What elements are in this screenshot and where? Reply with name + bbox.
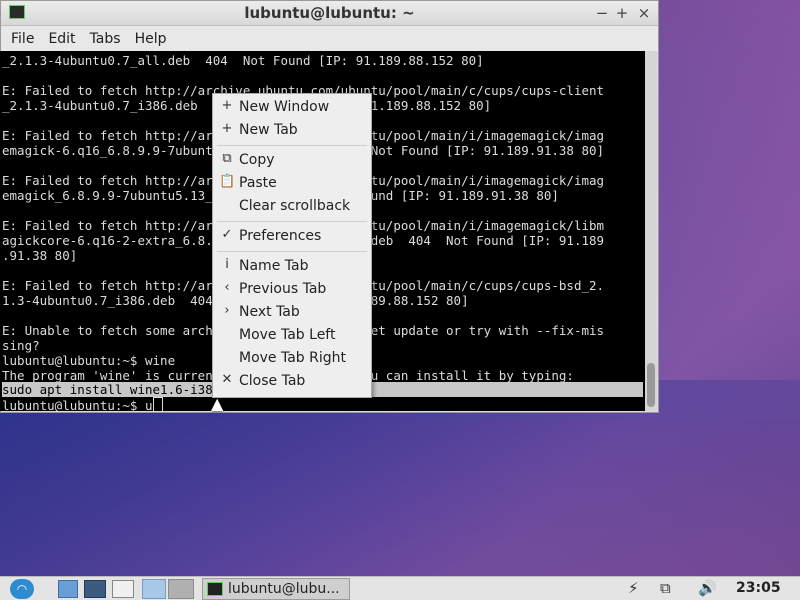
menu-item-label: Move Tab Left bbox=[239, 327, 336, 343]
menu-item-next-tab[interactable]: › Next Tab bbox=[213, 302, 371, 324]
menu-item-label: New Tab bbox=[239, 122, 298, 138]
workspace-1[interactable] bbox=[142, 579, 166, 599]
menu-item-label: Next Tab bbox=[239, 304, 300, 320]
terminal-line: sing? bbox=[2, 338, 40, 353]
terminal-input[interactable]: u bbox=[145, 398, 153, 411]
terminal-prompt: lubuntu@lubuntu:~$ bbox=[2, 398, 145, 411]
terminal-line: lubuntu@lubuntu:~$ wine bbox=[2, 353, 176, 368]
chevron-left-icon: ‹ bbox=[224, 280, 230, 295]
file-manager-icon[interactable] bbox=[58, 580, 78, 598]
checkmark-icon: ✓ bbox=[221, 227, 233, 242]
menu-item-paste[interactable]: 📋 Paste bbox=[213, 173, 371, 195]
workspace-2[interactable] bbox=[168, 579, 194, 599]
paste-icon: 📋 bbox=[219, 174, 236, 189]
desktop-icon[interactable] bbox=[84, 580, 106, 598]
volume-icon[interactable]: 🔊 bbox=[698, 579, 717, 597]
menu-item-label: Clear scrollback bbox=[239, 198, 351, 214]
menu-item-move-tab-left[interactable]: Move Tab Left bbox=[213, 325, 371, 347]
terminal-line: .91.38 80] bbox=[2, 248, 78, 263]
plus-icon: + bbox=[221, 98, 233, 113]
text-cursor bbox=[152, 397, 163, 411]
close-icon: ✕ bbox=[221, 372, 233, 387]
menu-item-new-window[interactable]: + New Window bbox=[213, 97, 371, 119]
menu-item-new-tab[interactable]: + New Tab bbox=[213, 120, 371, 142]
menu-item-name-tab[interactable]: i Name Tab bbox=[213, 256, 371, 278]
terminal-scrollbar[interactable] bbox=[645, 51, 657, 411]
window-title: lubuntu@lubuntu: ~ bbox=[244, 4, 415, 22]
power-icon[interactable]: ⚡ bbox=[628, 579, 639, 597]
menu-file[interactable]: File bbox=[5, 31, 40, 47]
menu-item-move-tab-right[interactable]: Move Tab Right bbox=[213, 348, 371, 370]
menu-separator bbox=[217, 221, 367, 222]
menu-item-previous-tab[interactable]: ‹ Previous Tab bbox=[213, 279, 371, 301]
plus-icon: + bbox=[221, 121, 233, 136]
menu-item-label: Copy bbox=[239, 152, 275, 168]
clock[interactable]: 23:05 bbox=[736, 580, 781, 596]
scrollbar-thumb[interactable] bbox=[647, 363, 655, 407]
maximize-button[interactable]: + bbox=[613, 4, 631, 22]
terminal-prompt-line[interactable]: lubuntu@lubuntu:~$ u bbox=[2, 397, 163, 411]
menu-item-label: New Window bbox=[239, 99, 330, 115]
mouse-pointer-icon: ▲ bbox=[211, 394, 224, 413]
terminal-app-icon bbox=[207, 582, 223, 596]
menu-item-label: Move Tab Right bbox=[239, 350, 347, 366]
network-icon[interactable]: ⧉ bbox=[660, 579, 671, 597]
start-menu-icon[interactable]: ◠ bbox=[10, 579, 34, 599]
menu-item-label: Preferences bbox=[239, 228, 322, 244]
menu-item-label: Name Tab bbox=[239, 258, 309, 274]
terminal-line: _2.1.3-4ubuntu0.7_all.deb 404 Not Found … bbox=[2, 53, 484, 68]
menu-item-label: Paste bbox=[239, 175, 277, 191]
copy-icon: ⧉ bbox=[222, 151, 232, 166]
menu-separator bbox=[217, 251, 367, 252]
window-titlebar[interactable]: lubuntu@lubuntu: ~ − + × bbox=[1, 1, 658, 26]
menu-item-close-tab[interactable]: ✕ Close Tab bbox=[213, 371, 371, 393]
info-icon: i bbox=[225, 257, 229, 272]
close-button[interactable]: × bbox=[635, 4, 653, 22]
menu-tabs[interactable]: Tabs bbox=[84, 31, 127, 47]
menu-item-preferences[interactable]: ✓ Preferences bbox=[213, 226, 371, 248]
menu-edit[interactable]: Edit bbox=[42, 31, 81, 47]
context-menu: + New Window + New Tab ⧉ Copy 📋 Paste Clear … bbox=[212, 93, 372, 398]
minimize-button[interactable]: − bbox=[593, 4, 611, 22]
taskbar: ◠ lubuntu@lubu... ⚡ ⧉ 🔊 23:05 bbox=[0, 576, 800, 600]
taskbar-task-terminal[interactable]: lubuntu@lubu... bbox=[202, 578, 350, 600]
task-label: lubuntu@lubu... bbox=[228, 581, 340, 597]
menu-item-clear-scrollback[interactable]: Clear scrollback bbox=[213, 196, 371, 218]
menu-separator bbox=[217, 145, 367, 146]
menu-item-label: Close Tab bbox=[239, 373, 306, 389]
menu-item-copy[interactable]: ⧉ Copy bbox=[213, 150, 371, 172]
menu-item-label: Previous Tab bbox=[239, 281, 327, 297]
window-list-icon[interactable] bbox=[112, 580, 134, 598]
menubar: File Edit Tabs Help bbox=[1, 26, 658, 53]
menu-help[interactable]: Help bbox=[129, 31, 173, 47]
chevron-right-icon: › bbox=[224, 303, 230, 318]
